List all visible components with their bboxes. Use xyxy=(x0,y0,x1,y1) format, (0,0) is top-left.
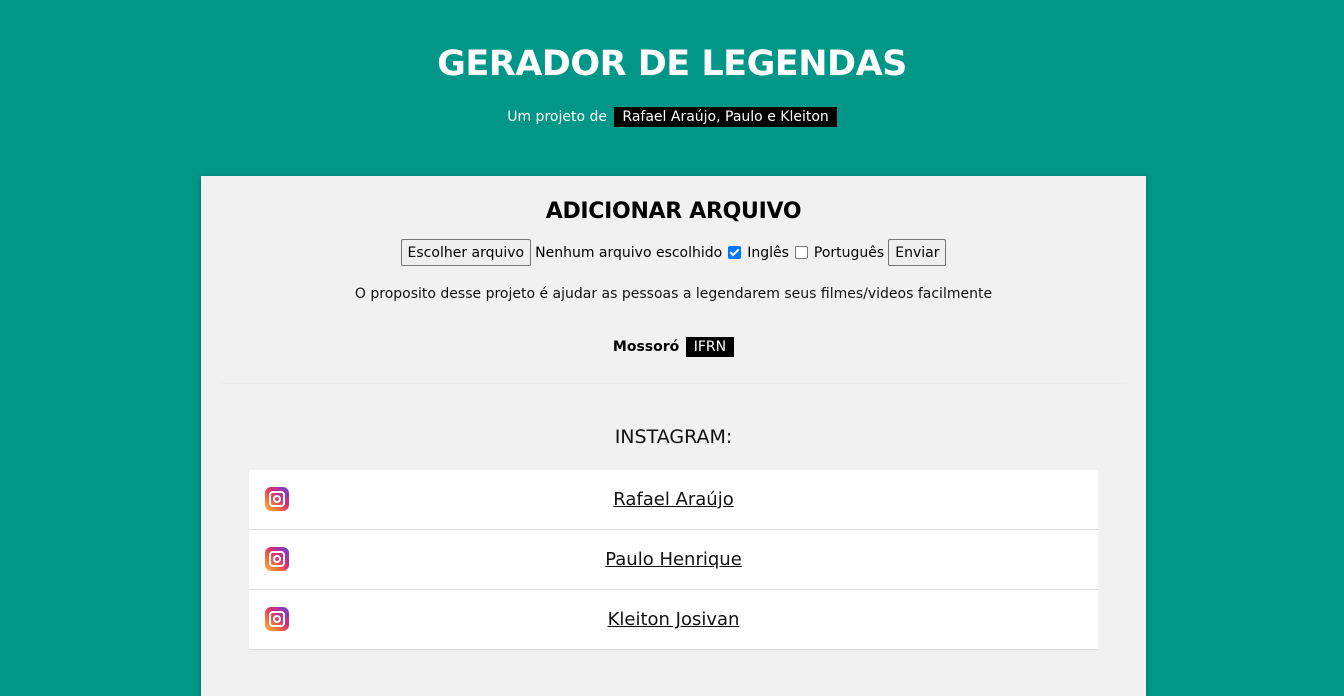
instagram-link-kleiton[interactable]: Kleiton Josivan xyxy=(249,609,1098,630)
page-title: GERADOR DE LEGENDAS xyxy=(437,44,907,84)
purpose-text: O proposito desse projeto é ajudar as pe… xyxy=(354,286,993,302)
main-card: ADICIONAR ARQUIVO Escolher arquivo Nenhu… xyxy=(201,176,1146,696)
portuguese-checkbox[interactable] xyxy=(794,246,808,259)
instagram-link-paulo[interactable]: Paulo Henrique xyxy=(249,549,1098,570)
institution-tag: IFRN xyxy=(685,337,735,357)
english-checkbox[interactable] xyxy=(728,246,742,259)
instagram-icon xyxy=(265,607,289,631)
choose-file-button[interactable]: Escolher arquivo xyxy=(400,239,532,266)
divider xyxy=(221,383,1126,384)
instagram-title: INSTAGRAM: xyxy=(614,426,733,448)
location: Mossoró IFRN xyxy=(201,336,1146,358)
add-file-title: ADICIONAR ARQUIVO xyxy=(545,199,802,224)
list-item: Kleiton Josivan xyxy=(249,590,1098,650)
instagram-icon xyxy=(265,547,289,571)
page-header: GERADOR DE LEGENDAS Um projeto de Rafael… xyxy=(0,0,1344,134)
no-file-text: Nenhum arquivo escolhido xyxy=(535,244,723,261)
instagram-icon xyxy=(265,487,289,511)
list-item: Rafael Araújo xyxy=(249,470,1098,530)
instagram-link-rafael[interactable]: Rafael Araújo xyxy=(249,489,1098,510)
authors-tag: Rafael Araújo, Paulo e Kleiton xyxy=(614,107,837,127)
subtitle: Um projeto de Rafael Araújo, Paulo e Kle… xyxy=(0,106,1344,128)
subtitle-prefix: Um projeto de xyxy=(507,109,607,125)
english-label: Inglês xyxy=(747,244,789,261)
upload-form: Escolher arquivo Nenhum arquivo escolhid… xyxy=(201,239,1146,266)
instagram-list: Rafael Araújo Paulo Henrique Kleiton Jos… xyxy=(249,470,1098,650)
portuguese-label: Português xyxy=(813,244,885,261)
list-item: Paulo Henrique xyxy=(249,530,1098,590)
city-label: Mossoró xyxy=(612,339,680,355)
submit-button[interactable]: Enviar xyxy=(888,239,947,266)
